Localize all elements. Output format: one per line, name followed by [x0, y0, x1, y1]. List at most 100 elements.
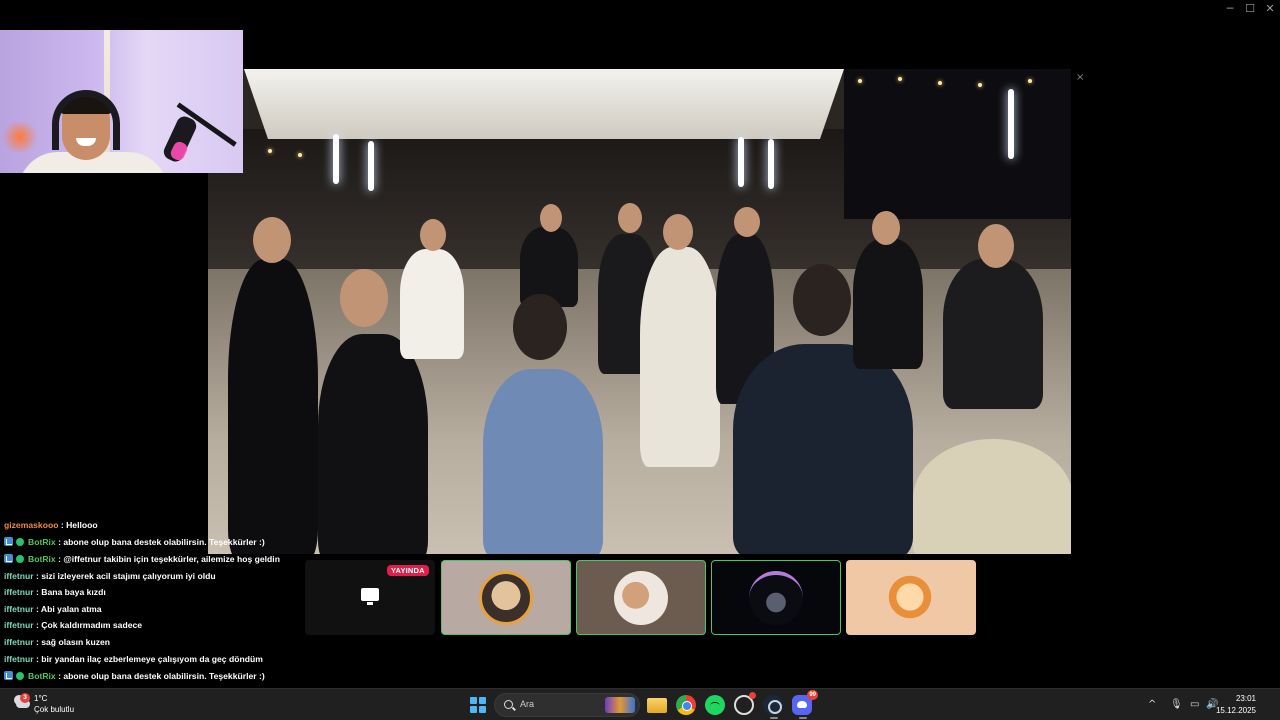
video-bulb	[298, 153, 302, 157]
stream-viewer: ─ ☐ ✕ × gizemaskooo: Hellooo BotRix: a…	[0, 0, 1280, 720]
main-video[interactable]	[208, 69, 1071, 554]
active-indicator	[770, 717, 778, 719]
tray-display-icon[interactable]: ▭	[1190, 699, 1199, 710]
clock-app-icon[interactable]	[734, 692, 756, 715]
participant-tile[interactable]	[441, 560, 571, 635]
chat-message: iffetnur : Bana baya kızdı	[4, 585, 106, 599]
discord-icon[interactable]: 99	[792, 690, 818, 715]
spotify-icon[interactable]	[705, 695, 725, 715]
video-light	[738, 137, 744, 187]
moderator-badge-icon	[4, 537, 13, 546]
video-person-head	[540, 204, 562, 232]
chat-message: iffetnur : Abi yalan atma	[4, 602, 102, 616]
video-bulb	[938, 81, 942, 85]
chat-text: : Çok kaldırmadım sadece	[36, 620, 143, 630]
chat-text: : Bana baya kızdı	[36, 587, 106, 597]
chat-username[interactable]: BotRix	[28, 554, 56, 564]
participant-tile[interactable]	[711, 560, 841, 635]
video-person-head	[513, 294, 567, 360]
video-person-head	[872, 211, 900, 245]
video-person-head	[618, 203, 642, 233]
video-person	[483, 369, 603, 554]
chat-username[interactable]: iffetnur	[4, 620, 34, 630]
video-person-head	[734, 207, 760, 237]
avatar	[749, 571, 803, 625]
video-person-head	[978, 224, 1014, 268]
avatar	[614, 571, 668, 625]
chat-message: iffetnur : sizi izleyerek acil stajımı ç…	[4, 569, 216, 583]
video-person-head	[663, 214, 693, 250]
moderator-badge-icon	[4, 671, 13, 680]
chat-text: : abone olup bana destek olabilirsin. Te…	[58, 537, 265, 547]
video-person	[853, 239, 923, 369]
chat-message: BotRix : abone olup bana destek olabilir…	[4, 669, 265, 683]
participant-tile[interactable]	[576, 560, 706, 635]
chat-username[interactable]: iffetnur	[4, 604, 34, 614]
tray-microphone-icon[interactable]: 🎙	[1170, 699, 1183, 710]
chat-username[interactable]: iffetnur	[4, 654, 34, 664]
search-box[interactable]: Ara	[494, 693, 640, 717]
video-bulb	[898, 77, 902, 81]
chat-text: : abone olup bana destek olabilirsin. Te…	[58, 671, 265, 681]
chat-message: BotRix : abone olup bana destek olabilir…	[4, 535, 265, 549]
search-placeholder: Ara	[520, 699, 535, 709]
video-bulb	[268, 149, 272, 153]
chat-text: : sağ olasın kuzen	[36, 637, 111, 647]
chat-text: : sizi izleyerek acil stajımı çalıyorum …	[36, 571, 216, 581]
video-person	[400, 249, 464, 359]
weather-badge: 3	[20, 693, 30, 703]
verified-badge-icon	[16, 538, 24, 546]
video-bulb	[858, 79, 862, 83]
weather-temperature[interactable]: 1°C	[34, 694, 47, 703]
video-bulb	[1028, 79, 1032, 83]
chat-text: : Hellooo	[60, 520, 98, 530]
chat-username[interactable]: iffetnur	[4, 571, 34, 581]
video-person	[943, 259, 1043, 409]
video-bulb	[978, 83, 982, 87]
tray-chevron-icon[interactable]: ^	[1148, 699, 1156, 710]
chat-message: iffetnur : bir yandan ilaç ezberlemeye ç…	[4, 652, 263, 666]
chat-username[interactable]: gizemaskooo	[4, 520, 58, 530]
video-close-icon[interactable]: ×	[1076, 72, 1084, 83]
chat-username[interactable]: iffetnur	[4, 637, 34, 647]
start-button[interactable]	[470, 697, 486, 713]
clock-time[interactable]: 23:01	[1236, 694, 1256, 703]
search-highlight-icon	[605, 697, 635, 713]
discord-badge: 99	[807, 690, 818, 700]
video-person	[640, 247, 720, 467]
chat-message: iffetnur : sağ olasın kuzen	[4, 635, 110, 649]
weather-condition[interactable]: Çok bulutlu	[34, 705, 74, 714]
participant-tile[interactable]	[846, 560, 976, 635]
minimize-button[interactable]: ─	[1220, 0, 1240, 16]
video-night-sky	[844, 69, 1071, 219]
chat-message: iffetnur : Çok kaldırmadım sadece	[4, 618, 142, 632]
video-light	[333, 134, 339, 184]
video-person-head	[253, 217, 291, 263]
steam-icon[interactable]	[763, 695, 783, 715]
video-tent-ceiling	[244, 69, 844, 139]
live-badge: YAYINDA	[387, 565, 429, 576]
chat-username[interactable]: BotRix	[28, 537, 56, 547]
video-person-head	[420, 219, 446, 251]
verified-badge-icon	[16, 672, 24, 680]
participant-tile-live[interactable]: YAYINDA	[305, 560, 435, 635]
avatar	[479, 571, 533, 625]
chat-text: : bir yandan ilaç ezberlemeye çalışıyom …	[36, 654, 263, 664]
chat-username[interactable]: iffetnur	[4, 587, 34, 597]
video-person	[318, 334, 428, 554]
file-explorer-icon[interactable]	[647, 698, 667, 713]
moderator-badge-icon	[4, 554, 13, 563]
verified-badge-icon	[16, 555, 24, 563]
chat-text: : @iffetnur takibin için teşekkürler, ai…	[58, 554, 280, 564]
video-person	[228, 259, 318, 554]
chat-username[interactable]: BotRix	[28, 671, 56, 681]
maximize-button[interactable]: ☐	[1240, 0, 1260, 16]
video-person	[913, 439, 1071, 554]
avatar	[883, 570, 937, 624]
clock-date[interactable]: 15.12.2025	[1216, 706, 1256, 715]
video-light	[768, 139, 774, 189]
chrome-icon[interactable]	[676, 695, 696, 715]
close-button[interactable]: ✕	[1260, 0, 1280, 16]
chat-message: BotRix : @iffetnur takibin için teşekkür…	[4, 552, 280, 566]
taskbar: 3 1°C Çok bulutlu Ara 99 ^ 🎙 ▭ 🔊 23:01 1…	[0, 688, 1280, 720]
